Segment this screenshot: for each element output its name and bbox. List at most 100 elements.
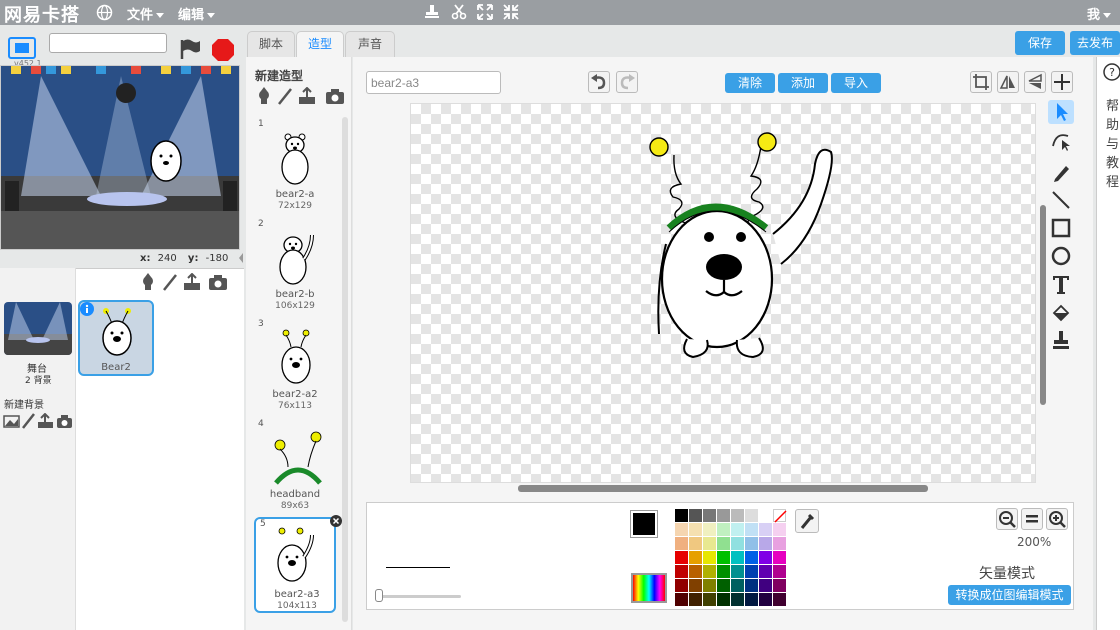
palette-swatch[interactable] [675, 537, 688, 550]
costume-library-icon[interactable] [255, 87, 273, 105]
palette-swatch[interactable] [675, 523, 688, 536]
palette-swatch[interactable] [731, 551, 744, 564]
stamp-icon[interactable] [423, 3, 441, 21]
canvas-vertical-scrollbar[interactable] [1040, 205, 1046, 405]
palette-swatch[interactable] [731, 593, 744, 606]
publish-button[interactable]: 去发布 [1070, 31, 1120, 55]
camera-costume-icon[interactable] [325, 88, 345, 105]
set-center-button[interactable] [1051, 71, 1073, 93]
palette-swatch[interactable] [675, 509, 688, 522]
palette-swatch[interactable] [759, 551, 772, 564]
palette-swatch[interactable] [675, 565, 688, 578]
zoom-reset-button[interactable] [1021, 508, 1043, 530]
costume-item[interactable]: 2 bear2-b 106x129 [254, 219, 336, 311]
palette-swatch[interactable] [745, 551, 758, 564]
stage-thumbnail[interactable] [4, 302, 72, 355]
camera-backdrop-icon[interactable] [56, 414, 73, 429]
text-tool[interactable] [1048, 272, 1074, 296]
stroke-width-handle[interactable] [375, 589, 383, 602]
costume-list-scrollbar[interactable] [342, 117, 348, 622]
backdrop-library-icon[interactable] [3, 414, 20, 429]
palette-swatch[interactable] [717, 579, 730, 592]
palette-swatch[interactable] [773, 579, 786, 592]
palette-swatch[interactable] [717, 565, 730, 578]
flip-vertical-button[interactable] [1024, 71, 1046, 93]
upload-sprite-icon[interactable] [183, 273, 201, 291]
palette-swatch[interactable] [703, 523, 716, 536]
palette-swatch[interactable] [675, 551, 688, 564]
clear-button[interactable]: 清除 [725, 73, 775, 93]
cut-icon[interactable] [450, 3, 468, 21]
palette-swatch[interactable] [731, 579, 744, 592]
stage-collapse-icon[interactable] [237, 250, 245, 266]
palette-swatch[interactable] [745, 509, 758, 522]
palette-swatch[interactable] [745, 579, 758, 592]
palette-swatch[interactable] [703, 565, 716, 578]
upload-backdrop-icon[interactable] [37, 413, 54, 429]
brand-logo[interactable]: 网易卡搭 [4, 1, 80, 27]
tab-costumes[interactable]: 造型 [296, 31, 344, 57]
tab-scripts[interactable]: 脚本 [247, 31, 295, 57]
ellipse-tool[interactable] [1048, 244, 1074, 268]
palette-swatch[interactable] [703, 537, 716, 550]
palette-swatch[interactable] [703, 509, 716, 522]
shrink-icon[interactable] [502, 3, 520, 21]
palette-swatch[interactable] [689, 523, 702, 536]
stop-icon[interactable] [211, 38, 235, 62]
delete-icon[interactable] [330, 515, 342, 527]
redo-button[interactable] [616, 71, 638, 93]
palette-swatch[interactable] [773, 523, 786, 536]
palette-swatch[interactable] [773, 509, 787, 523]
palette-swatch[interactable] [759, 579, 772, 592]
crop-button[interactable] [970, 71, 992, 93]
palette-swatch[interactable] [745, 593, 758, 606]
palette-swatch[interactable] [703, 593, 716, 606]
sprite-tile[interactable]: Bear2 [78, 300, 154, 376]
costume-item[interactable]: 1 bear2-a 72x129 [254, 119, 336, 211]
stage-view[interactable] [0, 65, 240, 250]
palette-swatch[interactable] [759, 523, 772, 536]
file-menu[interactable]: 文件 [127, 4, 165, 23]
costume-item[interactable]: 4 headband 89x63 [254, 419, 336, 511]
palette-swatch[interactable] [717, 537, 730, 550]
palette-swatch[interactable] [731, 565, 744, 578]
green-flag-icon[interactable] [178, 38, 202, 60]
palette-swatch[interactable] [703, 579, 716, 592]
palette-swatch[interactable] [689, 593, 702, 606]
tab-sounds[interactable]: 声音 [345, 31, 395, 57]
globe-icon[interactable] [96, 4, 113, 21]
info-icon[interactable] [80, 302, 94, 316]
edit-menu[interactable]: 编辑 [178, 4, 216, 23]
user-menu[interactable]: 我 [1087, 4, 1112, 23]
palette-swatch[interactable] [745, 565, 758, 578]
palette-swatch[interactable] [731, 509, 744, 522]
palette-swatch[interactable] [717, 593, 730, 606]
paint-costume-icon[interactable] [277, 87, 293, 105]
undo-button[interactable] [588, 71, 610, 93]
primary-color-swatch[interactable] [631, 511, 657, 537]
paint-backdrop-icon[interactable] [21, 413, 36, 429]
palette-swatch[interactable] [773, 551, 786, 564]
upload-costume-icon[interactable] [298, 87, 316, 105]
help-sidebar[interactable]: ? 帮助与教程 [1096, 57, 1120, 630]
palette-swatch[interactable] [745, 537, 758, 550]
drawing-canvas[interactable] [410, 103, 1036, 483]
paint-sprite-icon[interactable] [162, 273, 178, 291]
reshape-tool[interactable] [1048, 128, 1074, 152]
palette-swatch[interactable] [731, 537, 744, 550]
palette-swatch[interactable] [731, 523, 744, 536]
palette-swatch[interactable] [759, 509, 772, 522]
fill-tool[interactable] [1048, 302, 1074, 326]
stroke-width-slider[interactable] [381, 595, 461, 598]
select-tool[interactable] [1048, 100, 1074, 124]
save-button[interactable]: 保存 [1015, 31, 1065, 55]
rectangle-tool[interactable] [1048, 216, 1074, 240]
zoom-in-button[interactable] [1046, 508, 1068, 530]
fullscreen-button[interactable] [8, 37, 36, 59]
costume-name-input[interactable] [366, 71, 501, 94]
convert-to-bitmap-button[interactable]: 转换成位图编辑模式 [948, 585, 1071, 605]
sprite-library-icon[interactable] [139, 273, 157, 291]
costume-item[interactable]: 3 bear2-a2 76x113 [254, 319, 336, 411]
palette-swatch[interactable] [689, 565, 702, 578]
import-button[interactable]: 导入 [831, 73, 881, 93]
